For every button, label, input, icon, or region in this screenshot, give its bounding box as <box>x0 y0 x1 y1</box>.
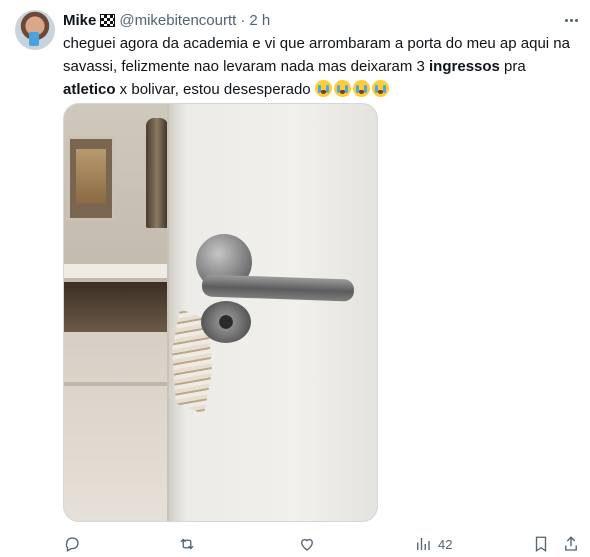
tweet-text: cheguei agora da academia e vi que arrom… <box>63 32 578 101</box>
loudly-crying-face-icon <box>352 80 370 97</box>
share-icon <box>565 536 577 551</box>
retweet-icon <box>180 538 194 550</box>
share-button[interactable] <box>562 535 580 553</box>
photo-cabinet <box>64 332 182 521</box>
views-button[interactable]: 42 <box>414 535 452 553</box>
tweet-bold-ingressos: ingressos <box>429 58 500 75</box>
tweet-header: Mike @mikebitencourtt · 2 h <box>63 10 270 30</box>
photo-picture-frame <box>67 136 115 221</box>
loudly-crying-face-icon <box>371 80 389 97</box>
photo-shelf <box>64 264 184 278</box>
author-handle[interactable]: @mikebitencourtt <box>119 12 236 29</box>
tweet-bold-atletico: atletico <box>63 81 116 98</box>
retweet-button[interactable] <box>178 535 196 553</box>
photo-door-lock <box>201 301 251 343</box>
photo-shadow <box>64 282 182 332</box>
views-count: 42 <box>438 536 453 552</box>
bookmark-button[interactable] <box>532 535 550 553</box>
photo-door <box>167 104 377 521</box>
tweet-text-part3: x bolivar, estou desesperado <box>115 81 311 98</box>
reply-button[interactable] <box>63 535 81 553</box>
like-button[interactable] <box>298 535 316 553</box>
loudly-crying-face-icon <box>314 80 332 97</box>
more-options-icon[interactable] <box>561 13 581 27</box>
action-bar: 42 <box>0 530 590 557</box>
loudly-crying-face-icon <box>333 80 351 97</box>
checkered-flag-icon <box>100 13 116 27</box>
like-icon <box>301 538 313 551</box>
views-icon <box>417 538 430 550</box>
timestamp[interactable]: 2 h <box>249 12 270 29</box>
reply-icon <box>65 537 79 552</box>
tweet[interactable]: Mike @mikebitencourtt · 2 h cheguei agor… <box>0 0 590 557</box>
tweet-text-part2: pra <box>499 58 526 75</box>
avatar[interactable] <box>15 10 55 50</box>
bookmark-icon <box>535 536 547 553</box>
photo-statue <box>146 118 168 228</box>
separator: · <box>240 11 246 29</box>
tweet-photo[interactable] <box>63 103 378 522</box>
author-name[interactable]: Mike <box>63 12 96 29</box>
